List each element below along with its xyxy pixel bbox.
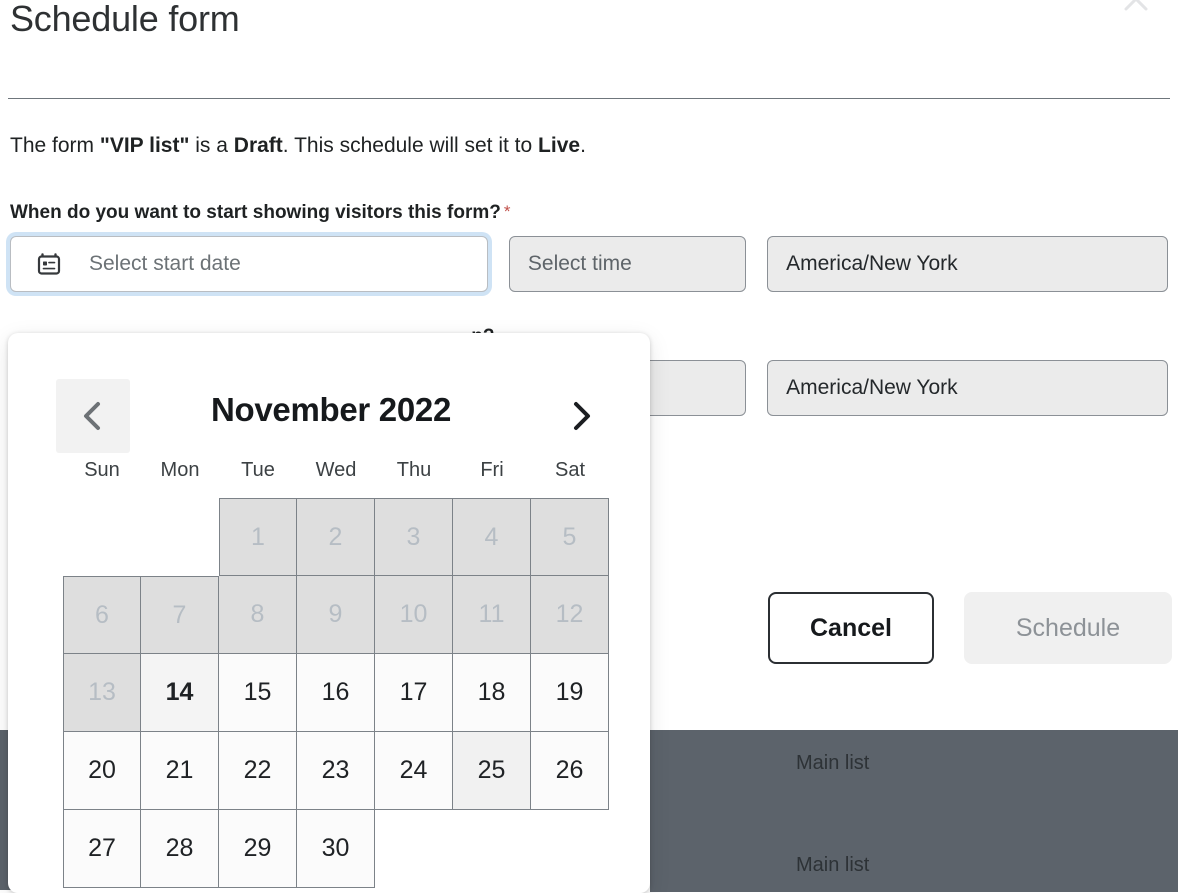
- calendar-day: 9: [297, 576, 375, 654]
- calendar-day[interactable]: 29: [219, 810, 297, 888]
- end-timezone-value: America/New York: [786, 376, 958, 400]
- calendar-day-empty: [63, 498, 141, 576]
- background-list-item: Main list: [796, 854, 870, 876]
- start-date-question-label: When do you want to start showing visito…: [10, 202, 1168, 224]
- backdrop-list-panel: Main list Main list: [650, 727, 1178, 892]
- calendar-day[interactable]: 19: [531, 654, 609, 732]
- intro-period: .: [580, 134, 586, 157]
- required-marker: *: [503, 202, 511, 222]
- calendar-day[interactable]: 20: [63, 732, 141, 810]
- cancel-button[interactable]: Cancel: [768, 592, 934, 664]
- weekday-label-tue: Tue: [241, 459, 275, 481]
- calendar-day[interactable]: 17: [375, 654, 453, 732]
- start-time-placeholder: Select time: [527, 252, 632, 276]
- calendar-day[interactable]: 16: [297, 654, 375, 732]
- end-timezone-select[interactable]: America/New York: [767, 360, 1169, 417]
- calendar-day: 13: [63, 654, 141, 732]
- weekday-header-row: Sun Mon Tue Wed Thu Fri Sat: [63, 459, 650, 492]
- calendar-day: 5: [531, 498, 609, 576]
- calendar-day: 11: [453, 576, 531, 654]
- calendar-day-empty: [141, 498, 219, 576]
- calendar-day-empty: [531, 810, 609, 888]
- calendar-day[interactable]: 22: [219, 732, 297, 810]
- calendar-day[interactable]: 14: [141, 654, 219, 732]
- weekday-label-thu: Thu: [396, 459, 432, 481]
- weekday-label-sat: Sat: [554, 459, 586, 481]
- intro-prefix: The form: [10, 134, 100, 157]
- calendar-day-empty: [453, 810, 531, 888]
- start-date-question-text: When do you want to start showing visito…: [10, 202, 501, 224]
- intro-middle: is a: [189, 134, 234, 157]
- calendar-day: 6: [63, 576, 141, 654]
- modal-header: Schedule form: [8, 0, 1170, 99]
- calendar-day: 12: [531, 576, 609, 654]
- calendar-day[interactable]: 24: [375, 732, 453, 810]
- form-name: "VIP list": [99, 134, 190, 157]
- calendar-day: 10: [375, 576, 453, 654]
- chevron-right-icon: [566, 399, 596, 433]
- calendar-day: 7: [141, 576, 219, 654]
- schedule-button[interactable]: Schedule: [964, 592, 1172, 664]
- status-to: Live: [538, 134, 581, 157]
- calendar-day[interactable]: 21: [141, 732, 219, 810]
- next-month-button[interactable]: [544, 379, 618, 453]
- weekday-label-wed: Wed: [315, 459, 357, 481]
- calendar-day: 2: [297, 498, 375, 576]
- weekday-label-sun: Sun: [84, 459, 120, 481]
- calendar-days-grid: 1 2 3 4 5 6 7 8 9 10 11 12 13 14 15 16 17 18 19 20 21 22 23 24 2…: [63, 498, 650, 888]
- calendar-day: 1: [219, 498, 297, 576]
- calendar-day: 8: [219, 576, 297, 654]
- calendar-day[interactable]: 18: [453, 654, 531, 732]
- status-from: Draft: [233, 134, 283, 157]
- datepicker-popup: November 2022 Sun Mon Tue Wed Thu Fri Sat 1234…: [8, 333, 650, 893]
- start-field-row: Select start date Select time America/Ne…: [10, 236, 1169, 293]
- background-list-item: Main list: [796, 752, 870, 774]
- page-title: Schedule form: [10, 0, 240, 39]
- calendar-day[interactable]: 27: [63, 810, 141, 888]
- calendar-day[interactable]: 26: [531, 732, 609, 810]
- weekday-label-mon: Mon: [160, 459, 200, 481]
- calendar-day[interactable]: 15: [219, 654, 297, 732]
- start-time-input[interactable]: Select time: [508, 236, 747, 293]
- calendar-day: 4: [453, 498, 531, 576]
- start-date-placeholder: Select start date: [89, 252, 241, 276]
- calendar-day: 3: [375, 498, 453, 576]
- form-status-sentence: The form "VIP list" is a Draft. This sch…: [10, 133, 1168, 159]
- calendar-day[interactable]: 23: [297, 732, 375, 810]
- close-icon[interactable]: [1119, 0, 1153, 16]
- calendar-day[interactable]: 28: [141, 810, 219, 888]
- calendar-day-empty: [375, 810, 453, 888]
- calendar-icon: [35, 250, 63, 278]
- start-timezone-select[interactable]: America/New York: [767, 236, 1169, 293]
- datepicker-header: November 2022: [8, 379, 650, 457]
- modal-footer: Cancel Schedule: [768, 592, 1172, 664]
- calendar-day[interactable]: 25: [453, 732, 531, 810]
- calendar-day[interactable]: 30: [297, 810, 375, 888]
- weekday-label-fri: Fri: [480, 459, 504, 481]
- start-timezone-value: America/New York: [786, 252, 958, 276]
- start-date-input[interactable]: Select start date: [10, 236, 488, 293]
- intro-suffix: . This schedule will set it to: [282, 134, 539, 157]
